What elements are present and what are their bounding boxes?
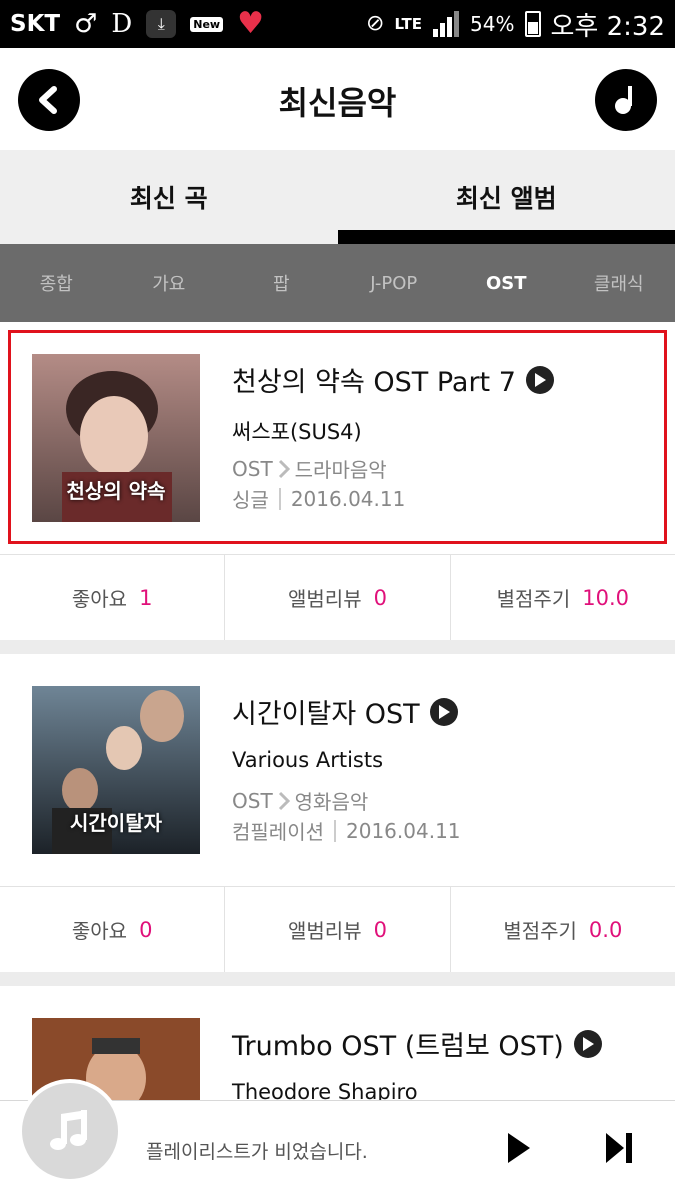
review-button[interactable]: 앨범리뷰 0	[225, 887, 451, 972]
genre-tab-classic[interactable]: 클래식	[563, 244, 675, 322]
release-date: 2016.04.11	[290, 486, 406, 511]
review-button[interactable]: 앨범리뷰 0	[225, 555, 451, 640]
album-cover[interactable]: 천상의 약속	[32, 354, 200, 522]
rating-value: 10.0	[582, 585, 629, 610]
like-button[interactable]: 좋아요 0	[0, 887, 226, 972]
mute-icon: ⊘	[366, 11, 385, 36]
divider	[278, 487, 281, 510]
cover-text: 시간이탈자	[70, 811, 162, 835]
play-icon	[438, 704, 450, 719]
d-icon: D	[111, 9, 133, 39]
status-bar: SKT ♂ D ⤓ New ♥ ⊘ LTE 54% 오후 2:32	[0, 0, 675, 48]
divider	[334, 819, 336, 842]
player-message: 플레이리스트가 비었습니다.	[146, 1141, 368, 1163]
header: 최신음악	[0, 48, 675, 150]
review-label: 앨범리뷰	[288, 587, 362, 611]
review-count: 0	[373, 917, 387, 942]
like-count: 1	[139, 585, 153, 610]
rating-value: 0.0	[588, 917, 623, 942]
chevron-right-icon	[278, 459, 290, 478]
wifi-new-icon: New	[190, 16, 224, 32]
section-divider	[0, 972, 675, 986]
battery-label: 54%	[470, 12, 515, 36]
play-album-button[interactable]	[429, 697, 458, 726]
download-icon: ⤓	[146, 10, 177, 38]
album-artist[interactable]: Various Artists	[232, 748, 383, 772]
album-meta: 싱글 2016.04.11	[232, 484, 405, 513]
play-button[interactable]	[506, 1131, 532, 1169]
genre-sub: 영화음악	[294, 790, 369, 814]
album-title[interactable]: 시간이탈자 OST	[232, 692, 420, 731]
rating-button[interactable]: 별점주기 0.0	[451, 887, 675, 972]
cover-text: 천상의 약속	[66, 479, 166, 503]
genre-tab-kpop[interactable]: 가요	[113, 244, 226, 322]
signal-icon	[433, 11, 460, 37]
album-stats: 좋아요 0 앨범리뷰 0 별점주기 0.0	[0, 886, 675, 972]
album-type: 컴필레이션	[232, 820, 324, 844]
section-divider	[0, 640, 675, 654]
play-icon	[508, 1133, 530, 1163]
release-date: 2016.04.11	[346, 818, 461, 843]
album-type: 싱글	[232, 488, 269, 512]
tab-latest-songs[interactable]: 최신 곡	[0, 150, 338, 244]
album-box: 시간이탈자 시간이탈자 OST Various Artists OST 영화음악…	[8, 662, 667, 876]
album-item[interactable]: 천상의 약속 천상의 약속 OST Part 7 써스포(SUS4) OST 드…	[0, 322, 675, 554]
skip-next-icon	[606, 1133, 632, 1163]
player-album-art[interactable]	[18, 1079, 122, 1183]
play-icon	[582, 1036, 594, 1051]
main-tabs: 최신 곡 최신 앨범	[0, 150, 675, 244]
like-button[interactable]: 좋아요 1	[0, 555, 226, 640]
album-item[interactable]: 시간이탈자 시간이탈자 OST Various Artists OST 영화음악…	[0, 654, 675, 886]
album-title[interactable]: Trumbo OST (트럼보 OST)	[232, 1024, 564, 1063]
album-item[interactable]: Trumbo OST (트럼보 OST) Theodore Shapiro	[0, 986, 675, 1100]
genre-tabs: 종합 가요 팝 J-POP OST 클래식	[0, 244, 675, 322]
mini-player: 플레이리스트가 비었습니다.	[0, 1079, 675, 1200]
album-cover[interactable]: 시간이탈자	[32, 686, 200, 854]
like-label: 좋아요	[71, 587, 128, 611]
genre-main: OST	[232, 788, 273, 813]
review-label: 앨범리뷰	[288, 919, 362, 943]
music-note-icon	[50, 1110, 87, 1150]
review-count: 0	[373, 585, 387, 610]
play-album-button[interactable]	[573, 1029, 602, 1058]
battery-icon	[524, 11, 541, 37]
genre-tab-all[interactable]: 종합	[0, 244, 113, 322]
genre-sub: 드라마음악	[294, 458, 387, 482]
music-note-icon	[615, 86, 632, 114]
clock: 오후 2:32	[550, 11, 666, 42]
rating-label: 별점주기	[496, 587, 571, 611]
genre-main: OST	[232, 456, 273, 481]
like-count: 0	[139, 917, 153, 942]
play-icon	[534, 372, 546, 387]
chevron-right-icon	[278, 791, 290, 810]
tab-latest-albums[interactable]: 최신 앨범	[337, 150, 675, 244]
rating-button[interactable]: 별점주기 10.0	[451, 555, 675, 640]
next-button[interactable]	[604, 1131, 634, 1169]
album-artist[interactable]: Theodore Shapiro	[232, 1080, 418, 1100]
page-title: 최신음악	[278, 84, 397, 122]
album-meta: 컴필레이션 2016.04.11	[232, 816, 461, 845]
music-button[interactable]	[595, 69, 657, 131]
lte-icon: LTE	[394, 15, 423, 33]
genre-tab-pop[interactable]: 팝	[225, 244, 338, 322]
album-box: Trumbo OST (트럼보 OST) Theodore Shapiro	[8, 994, 667, 1100]
album-artist[interactable]: 써스포(SUS4)	[232, 416, 362, 446]
heart-icon: ♥	[237, 6, 264, 41]
male-symbol-icon: ♂	[74, 9, 98, 39]
album-stats: 좋아요 1 앨범리뷰 0 별점주기 10.0	[0, 554, 675, 640]
genre-tab-ost[interactable]: OST	[450, 244, 563, 322]
rating-label: 별점주기	[503, 919, 577, 943]
album-genre: OST 영화음악	[232, 786, 368, 815]
genre-tab-jpop[interactable]: J-POP	[338, 244, 451, 322]
carrier-label: SKT	[10, 11, 61, 37]
album-highlight-box: 천상의 약속 천상의 약속 OST Part 7 써스포(SUS4) OST 드…	[8, 330, 667, 544]
like-label: 좋아요	[71, 919, 128, 943]
play-album-button[interactable]	[525, 365, 554, 394]
album-title[interactable]: 천상의 약속 OST Part 7	[232, 360, 516, 399]
album-genre: OST 드라마음악	[232, 454, 387, 483]
